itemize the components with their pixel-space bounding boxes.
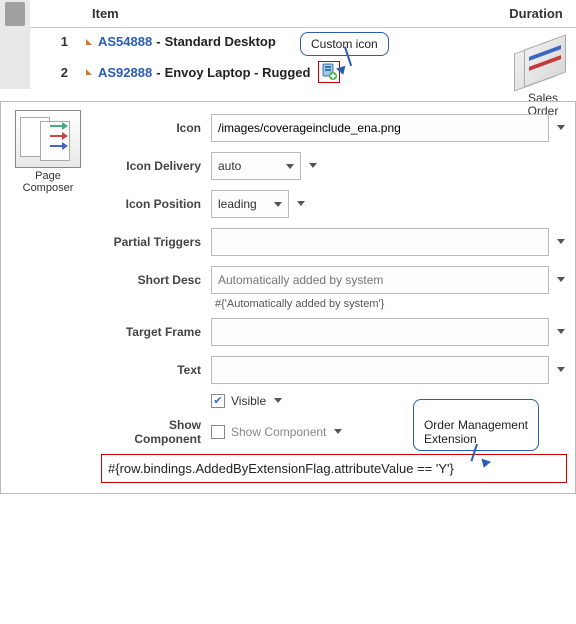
card-stack-icon: [514, 40, 572, 90]
page-composer-label: Page Composer: [11, 170, 85, 194]
icon-expression-menu[interactable]: [555, 122, 567, 134]
text-label: Text: [101, 363, 211, 377]
short-desc-input[interactable]: [211, 266, 549, 294]
short-desc-expression-hint: #{'Automatically added by system'}: [211, 298, 567, 310]
short-desc-label: Short Desc: [101, 273, 211, 287]
show-component-checkbox[interactable]: [211, 425, 225, 439]
visible-expression-menu[interactable]: [272, 395, 284, 407]
expand-icon[interactable]: [86, 69, 92, 75]
text-input[interactable]: [211, 356, 549, 384]
partial-triggers-input[interactable]: [211, 228, 549, 256]
partial-triggers-expression-menu[interactable]: [555, 236, 567, 248]
show-component-expression-menu[interactable]: [332, 426, 344, 438]
item-sep: -: [156, 65, 160, 80]
icon-input[interactable]: [211, 114, 549, 142]
item-code-link[interactable]: AS92888: [98, 65, 152, 80]
row-number: 2: [30, 65, 86, 80]
callout-custom-icon: Custom icon: [300, 32, 389, 56]
page-composer-block[interactable]: Page Composer: [11, 110, 85, 194]
short-desc-expression-menu[interactable]: [555, 274, 567, 286]
expand-icon[interactable]: [86, 39, 92, 45]
show-component-label: Show Component: [101, 418, 211, 446]
col-header-item: Item: [86, 0, 496, 27]
callout-label: Custom icon: [311, 37, 378, 51]
icon-position-label: Icon Position: [101, 197, 211, 211]
callout-order-management-extension: Order Management Extension: [413, 399, 539, 451]
callout-label: Order Management Extension: [424, 418, 528, 446]
page-composer-icon: [15, 110, 81, 168]
person-card-icon: [5, 2, 25, 26]
text-expression-menu[interactable]: [555, 364, 567, 376]
item-code-link[interactable]: AS54888: [98, 34, 152, 49]
target-frame-expression-menu[interactable]: [555, 326, 567, 338]
col-header-duration: Duration: [496, 0, 576, 27]
row-number: 1: [30, 34, 86, 49]
show-component-text: Show Component: [231, 425, 326, 439]
left-gutter: [0, 0, 30, 89]
coverage-include-icon[interactable]: [320, 63, 338, 81]
icon-delivery-select[interactable]: auto: [211, 152, 301, 180]
icon-label: Icon: [101, 121, 211, 135]
partial-triggers-label: Partial Triggers: [101, 235, 211, 249]
table-row[interactable]: 2 AS92888 - Envoy Laptop - Rugged: [30, 55, 576, 89]
visible-checkbox[interactable]: [211, 394, 225, 408]
visible-label: Visible: [231, 394, 266, 408]
icon-delivery-label: Icon Delivery: [101, 159, 211, 173]
item-name: Envoy Laptop - Rugged: [165, 65, 311, 80]
item-name: Standard Desktop: [165, 34, 276, 49]
icon-position-expression-menu[interactable]: [295, 198, 307, 210]
properties-panel: Page Composer Icon Icon Delivery auto Ic…: [0, 101, 576, 494]
icon-position-select[interactable]: leading: [211, 190, 289, 218]
show-component-expression: #{row.bindings.AddedByExtensionFlag.attr…: [101, 454, 567, 483]
target-frame-input[interactable]: [211, 318, 549, 346]
item-sep: -: [156, 34, 160, 49]
target-frame-label: Target Frame: [101, 325, 211, 339]
icon-delivery-expression-menu[interactable]: [307, 160, 319, 172]
